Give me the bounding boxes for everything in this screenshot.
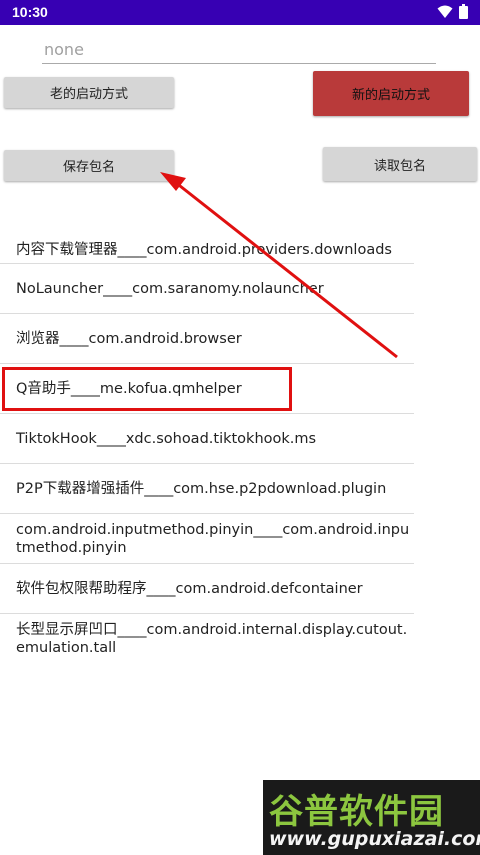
save-package-button[interactable]: 保存包名 [4, 150, 174, 181]
list-item[interactable]: P2P下载器增强插件____com.hse.p2pdownload.plugin [0, 464, 414, 514]
list-item-label: 长型显示屏凹口____com.android.internal.display.… [16, 621, 408, 656]
list-item[interactable]: 浏览器____com.android.browser [0, 314, 414, 364]
watermark-title: 谷普软件园 [269, 792, 444, 832]
package-name-field-wrapper [42, 35, 440, 64]
status-time: 10:30 [12, 4, 48, 20]
wifi-icon [437, 5, 453, 18]
new-launch-button[interactable]: 新的启动方式 [313, 71, 469, 116]
list-item[interactable]: 长型显示屏凹口____com.android.internal.display.… [0, 614, 414, 663]
list-item[interactable]: 软件包权限帮助程序____com.android.defcontainer [0, 564, 414, 614]
app-list: 内容下载管理器____com.android.providers.downloa… [0, 218, 414, 663]
battery-icon [459, 4, 468, 19]
list-item[interactable]: 内容下载管理器____com.android.providers.downloa… [0, 218, 414, 264]
list-item-label: 浏览器____com.android.browser [16, 330, 242, 347]
list-item-label: 内容下载管理器____com.android.providers.downloa… [16, 242, 392, 258]
list-item-label: NoLauncher____com.saranomy.nolauncher [16, 280, 324, 297]
read-package-button[interactable]: 读取包名 [323, 147, 477, 181]
list-item-label: com.android.inputmethod.pinyin____com.an… [16, 521, 410, 556]
status-bar: 10:30 [0, 0, 480, 25]
list-item[interactable]: com.android.inputmethod.pinyin____com.an… [0, 514, 414, 564]
list-item[interactable]: Q音助手____me.kofua.qmhelper [0, 364, 414, 414]
list-item-label: 软件包权限帮助程序____com.android.defcontainer [16, 580, 363, 597]
list-item-label: TiktokHook____xdc.sohoad.tiktokhook.ms [16, 430, 317, 447]
list-item[interactable]: TiktokHook____xdc.sohoad.tiktokhook.ms [0, 414, 414, 464]
status-icons [437, 4, 468, 19]
list-item-label: Q音助手____me.kofua.qmhelper [16, 380, 242, 397]
package-name-input[interactable] [42, 35, 440, 63]
list-item-label: P2P下载器增强插件____com.hse.p2pdownload.plugin [16, 480, 387, 497]
old-launch-button[interactable]: 老的启动方式 [4, 77, 174, 108]
watermark-url: www.gupuxiazai.com [269, 828, 480, 850]
list-item[interactable]: NoLauncher____com.saranomy.nolauncher [0, 264, 414, 314]
watermark-logo: 谷普软件园 www.gupuxiazai.com [263, 780, 480, 855]
